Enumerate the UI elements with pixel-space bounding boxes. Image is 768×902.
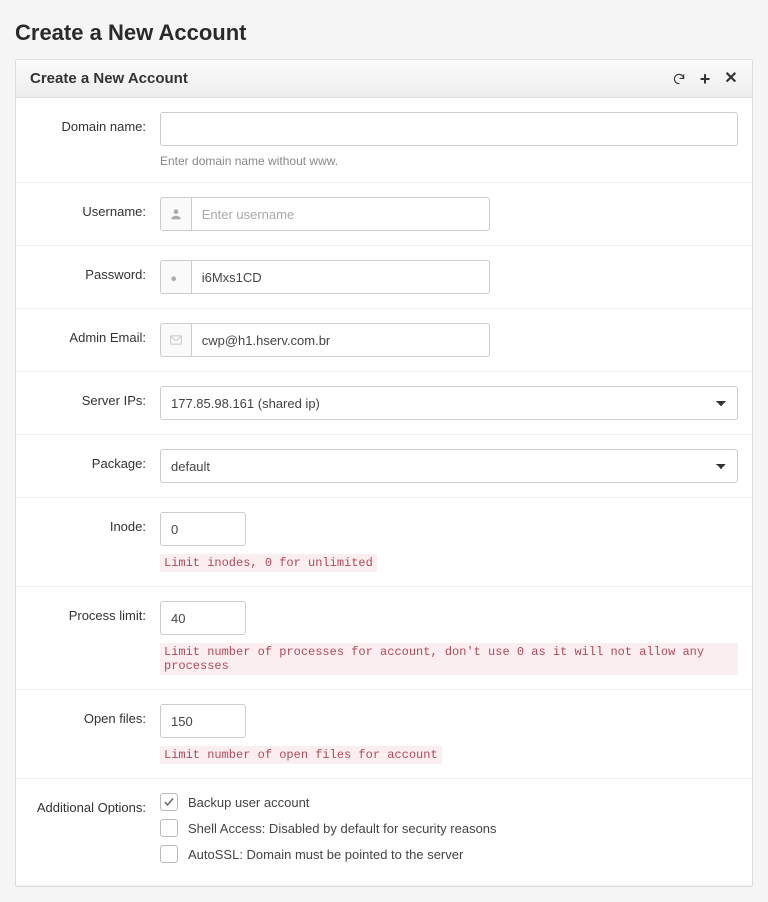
process-limit-input[interactable] xyxy=(160,601,246,635)
domain-input[interactable] xyxy=(160,112,738,146)
option-shell: Shell Access: Disabled by default for se… xyxy=(160,819,738,837)
row-open-files: Open files: Limit number of open files f… xyxy=(16,690,752,779)
plus-icon[interactable]: + xyxy=(698,72,712,86)
panel-header-title: Create a New Account xyxy=(30,70,188,87)
backup-checkbox[interactable] xyxy=(160,793,178,811)
row-additional-options: Additional Options: Backup user account … xyxy=(16,779,752,886)
label-password: Password: xyxy=(30,260,160,282)
shell-checkbox[interactable] xyxy=(160,819,178,837)
page-title: Create a New Account xyxy=(15,15,753,47)
create-account-panel: Create a New Account + ✕ Domain name: En… xyxy=(15,59,753,887)
label-server-ips: Server IPs: xyxy=(30,386,160,408)
row-server-ips: Server IPs: 177.85.98.161 (shared ip) xyxy=(16,372,752,435)
row-username: Username: xyxy=(16,183,752,246)
label-process-limit: Process limit: xyxy=(30,601,160,623)
inode-hint: Limit inodes, 0 for unlimited xyxy=(160,554,377,572)
username-input[interactable] xyxy=(191,197,490,231)
close-icon[interactable]: ✕ xyxy=(724,72,738,86)
label-open-files: Open files: xyxy=(30,704,160,726)
package-select[interactable]: default xyxy=(160,449,738,483)
row-process-limit: Process limit: Limit number of processes… xyxy=(16,587,752,690)
label-username: Username: xyxy=(30,197,160,219)
autossl-label: AutoSSL: Domain must be pointed to the s… xyxy=(188,847,463,862)
row-domain: Domain name: Enter domain name without w… xyxy=(16,98,752,183)
key-icon xyxy=(160,260,191,294)
inode-input[interactable] xyxy=(160,512,246,546)
row-admin-email: Admin Email: xyxy=(16,309,752,372)
open-files-input[interactable] xyxy=(160,704,246,738)
autossl-checkbox[interactable] xyxy=(160,845,178,863)
open-files-hint: Limit number of open files for account xyxy=(160,746,442,764)
label-package: Package: xyxy=(30,449,160,471)
label-inode: Inode: xyxy=(30,512,160,534)
label-domain: Domain name: xyxy=(30,112,160,134)
shell-label: Shell Access: Disabled by default for se… xyxy=(188,821,497,836)
row-inode: Inode: Limit inodes, 0 for unlimited xyxy=(16,498,752,587)
backup-label: Backup user account xyxy=(188,795,309,810)
user-icon xyxy=(160,197,191,231)
row-package: Package: default xyxy=(16,435,752,498)
panel-header: Create a New Account + ✕ xyxy=(16,60,752,98)
refresh-icon[interactable] xyxy=(672,72,686,86)
process-limit-hint: Limit number of processes for account, d… xyxy=(160,643,738,675)
admin-email-input[interactable] xyxy=(191,323,490,357)
server-ips-select[interactable]: 177.85.98.161 (shared ip) xyxy=(160,386,738,420)
option-autossl: AutoSSL: Domain must be pointed to the s… xyxy=(160,845,738,863)
label-admin-email: Admin Email: xyxy=(30,323,160,345)
password-input[interactable] xyxy=(191,260,490,294)
row-password: Password: xyxy=(16,246,752,309)
option-backup: Backup user account xyxy=(160,793,738,811)
label-additional-options: Additional Options: xyxy=(30,793,160,815)
panel-header-actions: + ✕ xyxy=(672,72,738,86)
envelope-icon xyxy=(160,323,191,357)
domain-hint: Enter domain name without www. xyxy=(160,154,738,168)
